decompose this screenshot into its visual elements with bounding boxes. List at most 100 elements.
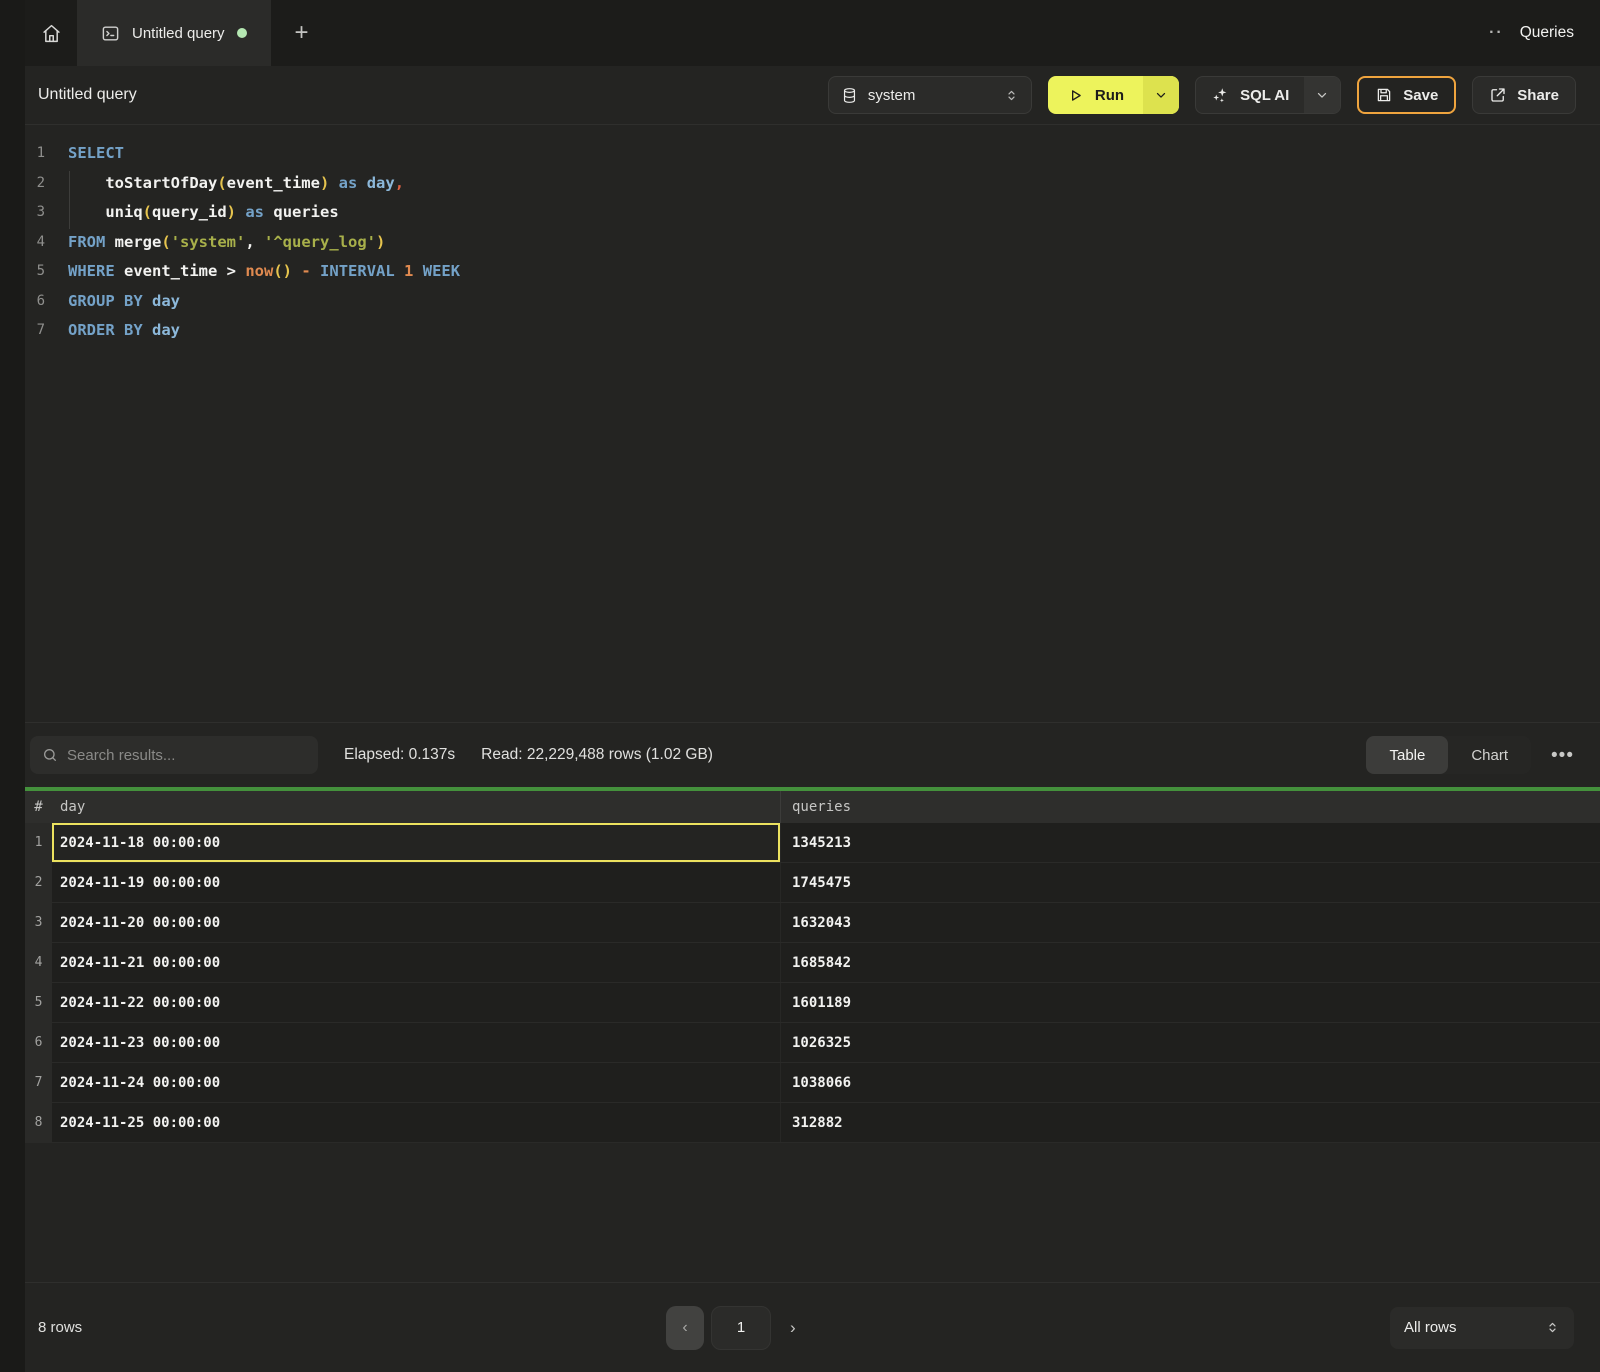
row-number: 3 bbox=[25, 903, 52, 942]
run-options-button[interactable] bbox=[1143, 76, 1179, 114]
cell-queries[interactable]: 1685842 bbox=[780, 943, 1600, 982]
cell-day[interactable]: 2024-11-22 00:00:00 bbox=[52, 983, 780, 1022]
chevron-down-icon bbox=[1154, 88, 1168, 102]
home-icon bbox=[41, 23, 62, 44]
top-tab-bar: Untitled query + ·· Queries bbox=[25, 0, 1600, 66]
search-results-input[interactable] bbox=[67, 747, 306, 764]
next-page-button[interactable]: › bbox=[778, 1318, 808, 1338]
pagination: ‹ 1 › bbox=[666, 1306, 808, 1350]
database-select[interactable]: system bbox=[828, 76, 1032, 114]
save-button[interactable]: Save bbox=[1357, 76, 1456, 114]
table-row[interactable]: 52024-11-22 00:00:001601189 bbox=[25, 983, 1600, 1023]
code-line[interactable]: 1SELECT bbox=[25, 139, 1600, 169]
home-button[interactable] bbox=[25, 0, 77, 66]
line-number: 5 bbox=[25, 257, 45, 287]
sql-ai-button[interactable]: SQL AI bbox=[1196, 77, 1304, 113]
code-lines: 1SELECT2 toStartOfDay(event_time) as day… bbox=[25, 139, 1600, 346]
line-number: 2 bbox=[25, 169, 45, 199]
run-button[interactable]: Run bbox=[1048, 76, 1143, 114]
table-row[interactable]: 82024-11-25 00:00:00312882 bbox=[25, 1103, 1600, 1143]
cell-queries[interactable]: 1632043 bbox=[780, 903, 1600, 942]
cell-day[interactable]: 2024-11-20 00:00:00 bbox=[52, 903, 780, 942]
current-page-button[interactable]: 1 bbox=[711, 1306, 771, 1350]
cell-day[interactable]: 2024-11-24 00:00:00 bbox=[52, 1063, 780, 1102]
sql-ai-options-button[interactable] bbox=[1304, 77, 1340, 113]
chevron-down-icon bbox=[1315, 88, 1329, 102]
row-number: 4 bbox=[25, 943, 52, 982]
code-line[interactable]: 7ORDER BY day bbox=[25, 316, 1600, 346]
code-text: uniq(query_id) as queries bbox=[45, 198, 339, 228]
view-toggle: Table Chart bbox=[1366, 736, 1531, 774]
cell-day[interactable]: 2024-11-19 00:00:00 bbox=[52, 863, 780, 902]
row-number: 6 bbox=[25, 1023, 52, 1062]
query-terminal-icon bbox=[101, 24, 120, 43]
search-icon bbox=[42, 747, 58, 763]
sql-console-window: Untitled query + ·· Queries Untitled que… bbox=[0, 0, 1600, 1372]
code-line[interactable]: 4FROM merge('system', '^query_log') bbox=[25, 228, 1600, 258]
code-text: WHERE event_time > now() - INTERVAL 1 WE… bbox=[45, 257, 460, 287]
tab-table-view[interactable]: Table bbox=[1366, 736, 1448, 774]
cell-queries[interactable]: 1601189 bbox=[780, 983, 1600, 1022]
cell-day[interactable]: 2024-11-23 00:00:00 bbox=[52, 1023, 780, 1062]
row-number: 8 bbox=[25, 1103, 52, 1142]
table-row[interactable]: 42024-11-21 00:00:001685842 bbox=[25, 943, 1600, 983]
code-line[interactable]: 3 uniq(query_id) as queries bbox=[25, 198, 1600, 228]
cell-queries[interactable]: 312882 bbox=[780, 1103, 1600, 1142]
cell-queries[interactable]: 1745475 bbox=[780, 863, 1600, 902]
cell-day[interactable]: 2024-11-25 00:00:00 bbox=[52, 1103, 780, 1142]
row-number: 7 bbox=[25, 1063, 52, 1102]
sql-ai-button-group: SQL AI bbox=[1195, 76, 1341, 114]
query-header: Untitled query system bbox=[25, 66, 1600, 125]
code-text: ORDER BY day bbox=[45, 316, 180, 346]
unsaved-changes-dot bbox=[237, 28, 247, 38]
column-header-index: # bbox=[25, 791, 52, 823]
table-row[interactable]: 22024-11-19 00:00:001745475 bbox=[25, 863, 1600, 903]
cell-day[interactable]: 2024-11-21 00:00:00 bbox=[52, 943, 780, 982]
page-size-value: All rows bbox=[1404, 1319, 1457, 1336]
share-button[interactable]: Share bbox=[1472, 76, 1576, 114]
more-dots-icon[interactable]: ·· bbox=[1489, 24, 1504, 42]
cell-day[interactable]: 2024-11-18 00:00:00 bbox=[52, 823, 780, 862]
row-number: 5 bbox=[25, 983, 52, 1022]
play-icon bbox=[1067, 87, 1084, 104]
code-text: toStartOfDay(event_time) as day, bbox=[45, 169, 404, 199]
cell-queries[interactable]: 1345213 bbox=[780, 823, 1600, 862]
table-row[interactable]: 12024-11-18 00:00:001345213 bbox=[25, 823, 1600, 863]
code-text: SELECT bbox=[45, 139, 124, 169]
select-updown-icon bbox=[1545, 1320, 1560, 1335]
code-line[interactable]: 6GROUP BY day bbox=[25, 287, 1600, 317]
share-external-icon bbox=[1489, 86, 1507, 104]
sql-editor[interactable]: 1SELECT2 toStartOfDay(event_time) as day… bbox=[25, 125, 1600, 722]
table-row[interactable]: 62024-11-23 00:00:001026325 bbox=[25, 1023, 1600, 1063]
prev-page-button[interactable]: ‹ bbox=[666, 1306, 704, 1350]
tab-label: Untitled query bbox=[132, 25, 225, 42]
run-button-label: Run bbox=[1095, 87, 1124, 104]
run-button-group: Run bbox=[1048, 76, 1179, 114]
save-button-label: Save bbox=[1403, 87, 1438, 104]
line-number: 1 bbox=[25, 139, 45, 169]
column-header-day[interactable]: day bbox=[52, 791, 780, 823]
row-number: 2 bbox=[25, 863, 52, 902]
queries-link[interactable]: Queries bbox=[1520, 24, 1574, 42]
table-row[interactable]: 72024-11-24 00:00:001038066 bbox=[25, 1063, 1600, 1103]
table-body: 12024-11-18 00:00:00134521322024-11-19 0… bbox=[25, 823, 1600, 1143]
rows-count: 8 rows bbox=[38, 1319, 82, 1336]
page-size-select[interactable]: All rows bbox=[1390, 1307, 1574, 1349]
code-line[interactable]: 5WHERE event_time > now() - INTERVAL 1 W… bbox=[25, 257, 1600, 287]
left-edge-strip bbox=[0, 0, 25, 1372]
tab-chart-view[interactable]: Chart bbox=[1448, 736, 1531, 774]
line-number: 7 bbox=[25, 316, 45, 346]
results-toolbar: Elapsed: 0.137s Read: 22,229,488 rows (1… bbox=[25, 722, 1600, 787]
new-tab-button[interactable]: + bbox=[271, 0, 333, 66]
results-menu-icon[interactable]: ••• bbox=[1551, 746, 1574, 765]
code-line[interactable]: 2 toStartOfDay(event_time) as day, bbox=[25, 169, 1600, 199]
cell-queries[interactable]: 1038066 bbox=[780, 1063, 1600, 1102]
cell-queries[interactable]: 1026325 bbox=[780, 1023, 1600, 1062]
search-box[interactable] bbox=[30, 736, 318, 774]
table-row[interactable]: 32024-11-20 00:00:001632043 bbox=[25, 903, 1600, 943]
elapsed-stat: Elapsed: 0.137s bbox=[344, 746, 455, 764]
save-icon bbox=[1375, 86, 1393, 104]
database-select-value: system bbox=[868, 87, 916, 104]
column-header-queries[interactable]: queries bbox=[780, 791, 1600, 823]
tab-untitled-query[interactable]: Untitled query bbox=[77, 0, 271, 66]
